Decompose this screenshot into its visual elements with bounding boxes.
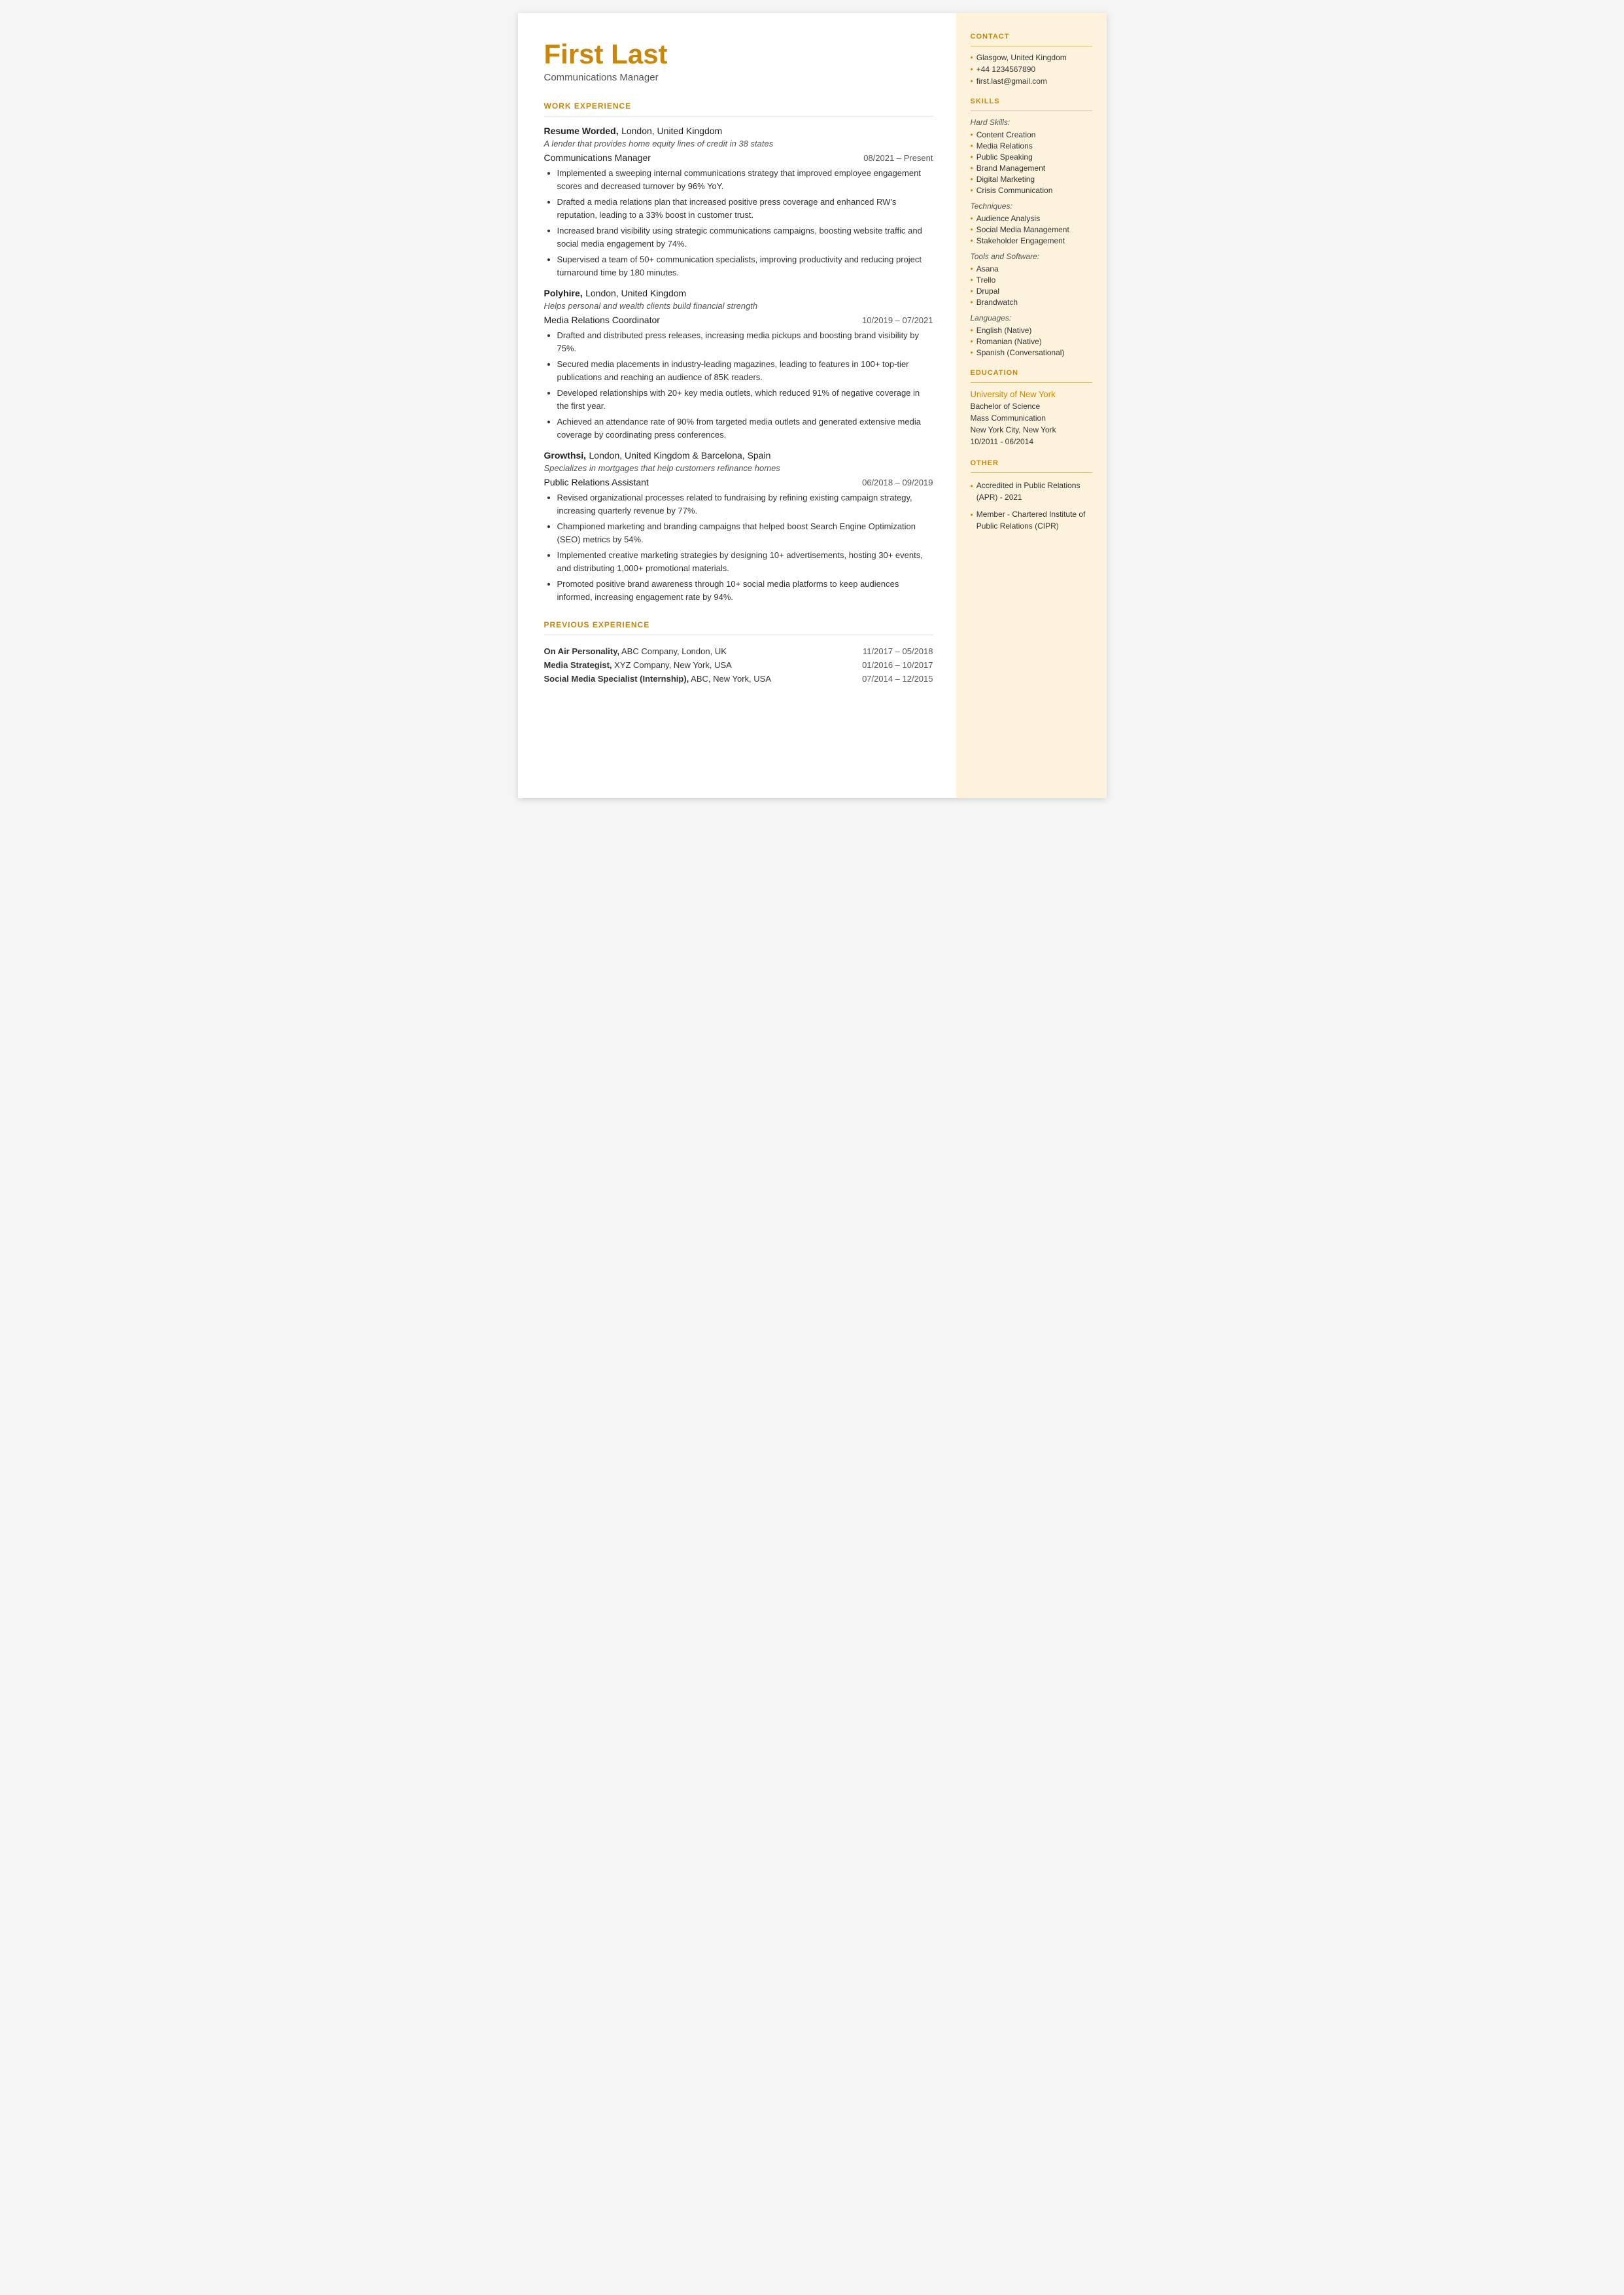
education-school: University of New York xyxy=(971,389,1092,399)
skill-item: Romanian (Native) xyxy=(971,337,1092,346)
skill-item: Social Media Management xyxy=(971,225,1092,234)
job-1-tagline: A lender that provides home equity lines… xyxy=(544,139,933,149)
prev-job-1-info: On Air Personality, ABC Company, London,… xyxy=(544,644,840,658)
skill-item: Stakeholder Engagement xyxy=(971,236,1092,245)
table-row: Social Media Specialist (Internship), AB… xyxy=(544,672,933,686)
list-item: Revised organizational processes related… xyxy=(557,491,933,517)
other-divider xyxy=(971,472,1092,473)
candidate-title: Communications Manager xyxy=(544,72,933,83)
hard-skills-label: Hard Skills: xyxy=(971,118,1092,127)
skill-item: Crisis Communication xyxy=(971,186,1092,195)
job-3-company-location: London, United Kingdom & Barcelona, Spai… xyxy=(589,450,771,461)
list-item: Developed relationships with 20+ key med… xyxy=(557,387,933,412)
previous-experience-table: On Air Personality, ABC Company, London,… xyxy=(544,644,933,686)
prev-job-2-info: Media Strategist, XYZ Company, New York,… xyxy=(544,658,840,672)
job-3-title: Public Relations Assistant xyxy=(544,477,649,487)
job-1-company: Resume Worded, London, United Kingdom xyxy=(544,126,933,137)
contact-phone: +44 1234567890 xyxy=(971,65,1092,74)
job-1-bullets: Implemented a sweeping internal communic… xyxy=(544,167,933,279)
skill-item: Media Relations xyxy=(971,141,1092,150)
job-3-bullets: Revised organizational processes related… xyxy=(544,491,933,603)
skill-item: Spanish (Conversational) xyxy=(971,348,1092,357)
resume-container: First Last Communications Manager WORK E… xyxy=(518,13,1107,798)
skill-item: Audience Analysis xyxy=(971,214,1092,223)
list-item: Implemented creative marketing strategie… xyxy=(557,549,933,574)
job-3-tagline: Specializes in mortgages that help custo… xyxy=(544,463,933,473)
other-item-2: Member - Chartered Institute of Public R… xyxy=(971,508,1092,532)
job-2-row: Media Relations Coordinator 10/2019 – 07… xyxy=(544,315,933,325)
right-column: CONTACT Glasgow, United Kingdom +44 1234… xyxy=(956,13,1107,798)
education-degree: Bachelor of Science xyxy=(971,400,1092,412)
prev-job-2-rest: XYZ Company, New York, USA xyxy=(612,660,732,670)
table-row: Media Strategist, XYZ Company, New York,… xyxy=(544,658,933,672)
contact-address: Glasgow, United Kingdom xyxy=(971,53,1092,62)
job-3-company: Growthsi, London, United Kingdom & Barce… xyxy=(544,450,933,462)
job-2-tagline: Helps personal and wealth clients build … xyxy=(544,301,933,311)
list-item: Supervised a team of 50+ communication s… xyxy=(557,253,933,279)
job-2-company-location: London, United Kingdom xyxy=(585,288,686,298)
job-2-dates: 10/2019 – 07/2021 xyxy=(862,315,933,325)
candidate-name: First Last xyxy=(544,39,933,69)
job-3-company-name: Growthsi, xyxy=(544,450,587,461)
prev-job-2-title: Media Strategist, xyxy=(544,660,612,670)
job-1-company-name: Resume Worded, xyxy=(544,126,619,136)
contact-email: first.last@gmail.com xyxy=(971,77,1092,86)
work-experience-heading: WORK EXPERIENCE xyxy=(544,101,933,111)
skills-heading: SKILLS xyxy=(971,97,1092,105)
skill-item: Trello xyxy=(971,275,1092,285)
education-location: New York City, New York xyxy=(971,424,1092,436)
skill-item: Digital Marketing xyxy=(971,175,1092,184)
skill-item: English (Native) xyxy=(971,326,1092,335)
other-item-1: Accredited in Public Relations (APR) - 2… xyxy=(971,480,1092,503)
job-1-row: Communications Manager 08/2021 – Present xyxy=(544,152,933,163)
job-2-company-name: Polyhire, xyxy=(544,288,583,298)
job-3-row: Public Relations Assistant 06/2018 – 09/… xyxy=(544,477,933,487)
other-heading: OTHER xyxy=(971,459,1092,467)
prev-job-3-rest: ABC, New York, USA xyxy=(689,674,771,684)
prev-job-1-title: On Air Personality, xyxy=(544,646,620,656)
prev-job-3-dates: 07/2014 – 12/2015 xyxy=(840,672,933,686)
prev-job-1-rest: ABC Company, London, UK xyxy=(619,646,727,656)
prev-job-3-title: Social Media Specialist (Internship), xyxy=(544,674,689,684)
education-divider xyxy=(971,382,1092,383)
job-2-company: Polyhire, London, United Kingdom xyxy=(544,288,933,300)
techniques-label: Techniques: xyxy=(971,201,1092,211)
prev-job-3-info: Social Media Specialist (Internship), AB… xyxy=(544,672,840,686)
tools-label: Tools and Software: xyxy=(971,252,1092,261)
prev-job-2-dates: 01/2016 – 10/2017 xyxy=(840,658,933,672)
contact-heading: CONTACT xyxy=(971,33,1092,41)
list-item: Championed marketing and branding campai… xyxy=(557,520,933,546)
education-dates: 10/2011 - 06/2014 xyxy=(971,436,1092,447)
education-field: Mass Communication xyxy=(971,412,1092,424)
skill-item: Brand Management xyxy=(971,164,1092,173)
list-item: Increased brand visibility using strateg… xyxy=(557,224,933,250)
prev-job-1-dates: 11/2017 – 05/2018 xyxy=(840,644,933,658)
list-item: Drafted a media relations plan that incr… xyxy=(557,196,933,221)
list-item: Drafted and distributed press releases, … xyxy=(557,329,933,355)
job-2-title: Media Relations Coordinator xyxy=(544,315,660,325)
job-1-title: Communications Manager xyxy=(544,152,651,163)
table-row: On Air Personality, ABC Company, London,… xyxy=(544,644,933,658)
skill-item: Brandwatch xyxy=(971,298,1092,307)
left-column: First Last Communications Manager WORK E… xyxy=(518,13,956,798)
job-1-dates: 08/2021 – Present xyxy=(863,153,933,163)
skill-item: Content Creation xyxy=(971,130,1092,139)
job-2-bullets: Drafted and distributed press releases, … xyxy=(544,329,933,441)
skill-item: Asana xyxy=(971,264,1092,273)
list-item: Achieved an attendance rate of 90% from … xyxy=(557,415,933,441)
skill-item: Drupal xyxy=(971,287,1092,296)
previous-experience-heading: PREVIOUS EXPERIENCE xyxy=(544,620,933,629)
skill-item: Public Speaking xyxy=(971,152,1092,162)
job-3-dates: 06/2018 – 09/2019 xyxy=(862,478,933,487)
job-1-company-location: London, United Kingdom xyxy=(621,126,722,136)
languages-label: Languages: xyxy=(971,313,1092,323)
list-item: Promoted positive brand awareness throug… xyxy=(557,578,933,603)
list-item: Secured media placements in industry-lea… xyxy=(557,358,933,383)
list-item: Implemented a sweeping internal communic… xyxy=(557,167,933,192)
education-heading: EDUCATION xyxy=(971,369,1092,377)
